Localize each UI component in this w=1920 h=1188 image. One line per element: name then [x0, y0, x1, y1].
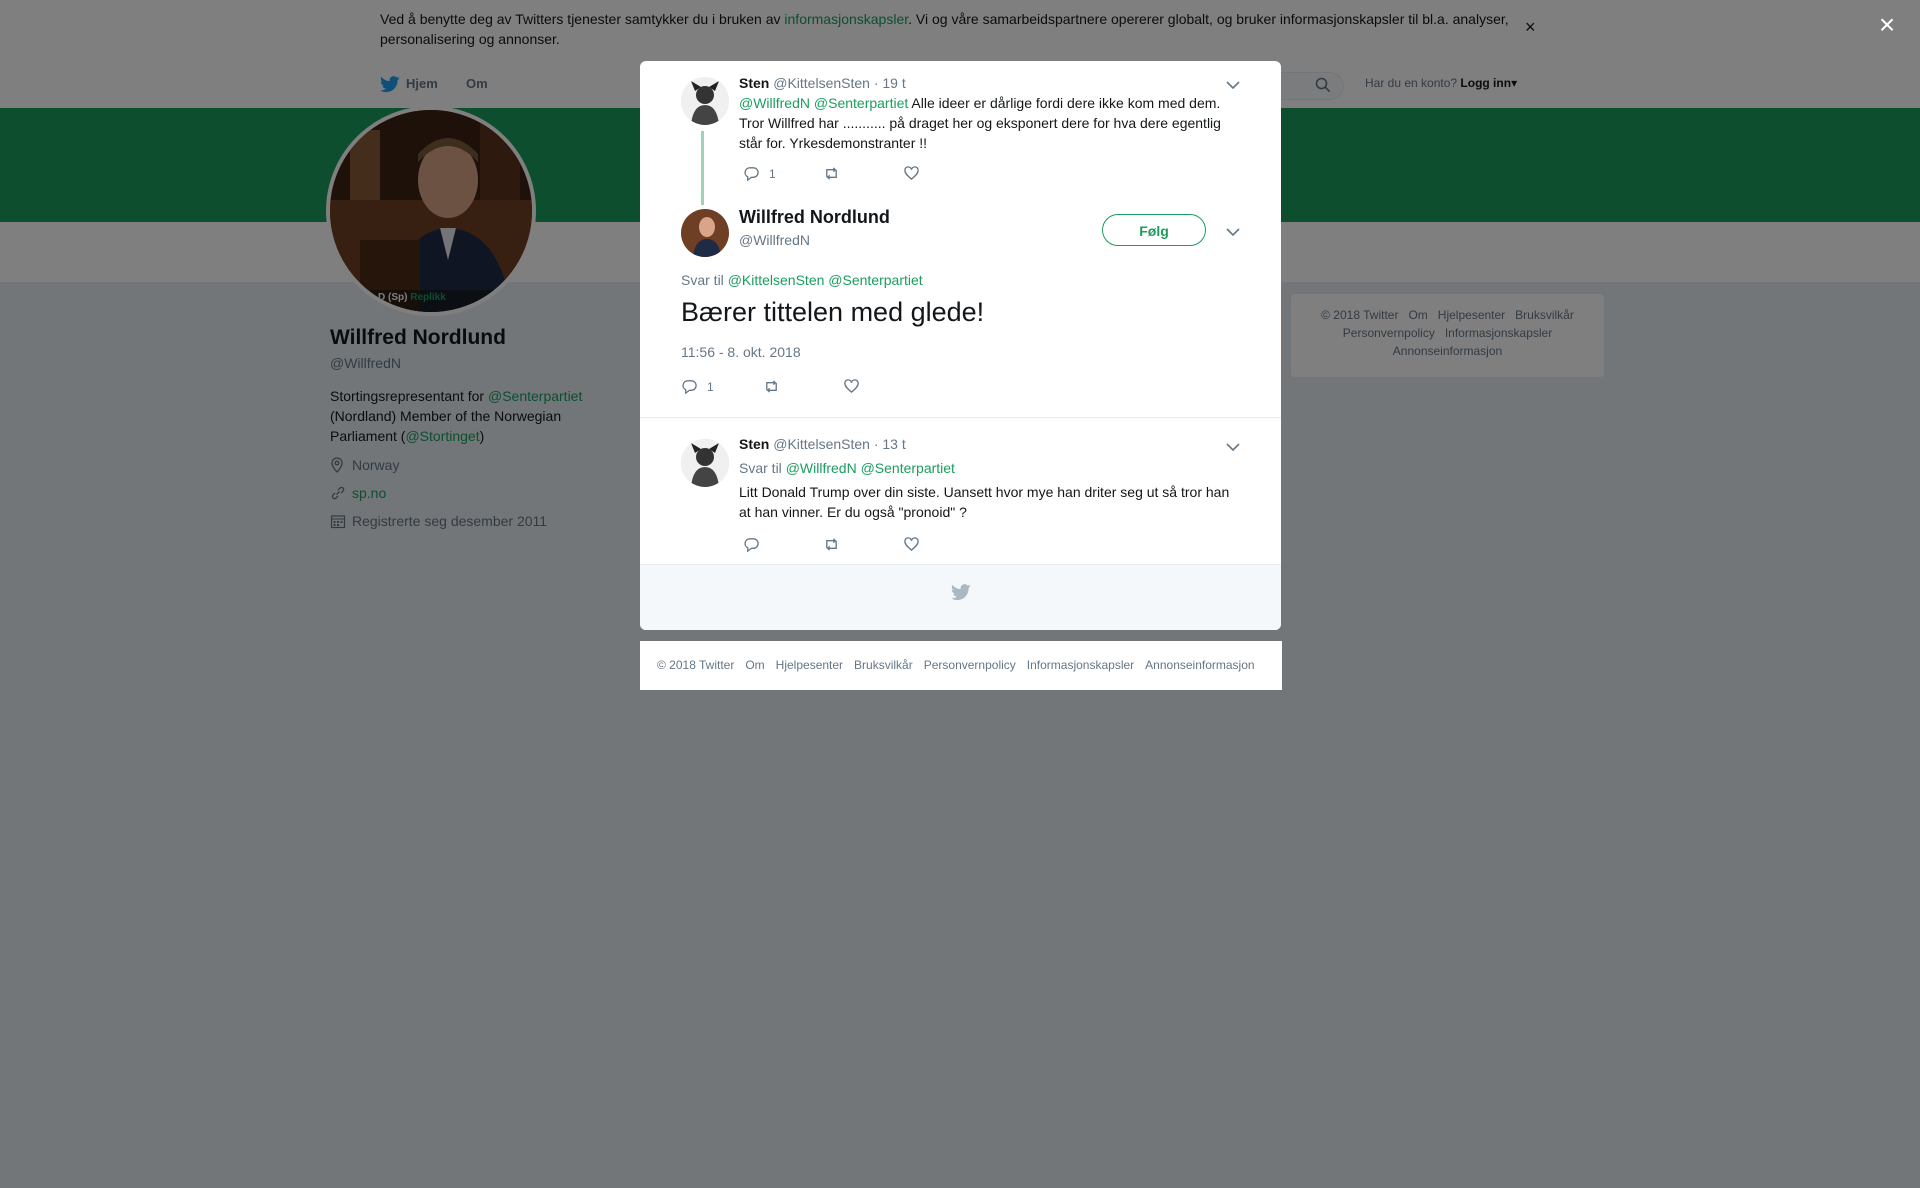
retweet-icon	[826, 167, 837, 180]
tweet-author-handle[interactable]: @KittelsenSten	[773, 436, 870, 452]
like-button[interactable]	[903, 165, 920, 182]
mention-link[interactable]: @Senterpartiet	[814, 95, 908, 111]
divider	[640, 417, 1281, 418]
main-tweet-text: Bærer tittelen med glede!	[681, 297, 985, 327]
reply-button[interactable]	[743, 536, 760, 553]
footer-cookies[interactable]: Informasjonskapsler	[1027, 658, 1134, 672]
avatar[interactable]	[681, 209, 729, 257]
avatar[interactable]	[681, 77, 729, 125]
retweet-icon	[826, 538, 837, 551]
retweet-button[interactable]	[823, 536, 840, 553]
reply-icon	[744, 538, 759, 553]
tweet-time[interactable]: · 19 t	[874, 75, 906, 91]
reply-to-line: Svar til @KittelsenSten @Senterpartiet	[681, 272, 923, 288]
chevron-down-icon[interactable]	[1225, 224, 1241, 240]
retweet-button[interactable]	[823, 165, 840, 182]
modal-footer-links: © 2018 Twitter Om Hjelpesenter Bruksvilkår P…	[640, 641, 1282, 690]
mention-link[interactable]: @KittelsenSten	[728, 272, 825, 288]
reply-icon	[682, 380, 697, 395]
avatar[interactable]	[681, 439, 729, 487]
mention-link[interactable]: @WillfredN	[786, 460, 857, 476]
tweet-body: Alle ideer er dårlige fordi dere ikke ko…	[739, 95, 1221, 151]
reply-button[interactable]: 1	[743, 165, 776, 182]
twitter-bird-icon	[951, 584, 971, 604]
chevron-down-icon[interactable]	[1225, 77, 1241, 93]
mention-link[interactable]: @Senterpartiet	[861, 460, 955, 476]
footer-help[interactable]: Hjelpesenter	[776, 658, 843, 672]
like-button[interactable]	[843, 378, 860, 395]
reply-tweet-actions	[739, 536, 999, 556]
thread-connector-line	[701, 131, 704, 205]
tweet-modal: Sten @KittelsenSten · 19 t @WillfredN @S…	[640, 61, 1281, 630]
tweet-author-handle[interactable]: @KittelsenSten	[773, 75, 870, 91]
footer-terms[interactable]: Bruksvilkår	[854, 658, 913, 672]
footer-ads[interactable]: Annonseinformasjon	[1145, 658, 1254, 672]
main-tweet-actions: 1	[681, 378, 941, 398]
reply-count: 1	[769, 166, 776, 181]
reply-tweet-text: Litt Donald Trump over din siste. Uanset…	[739, 484, 1230, 520]
heart-icon	[844, 379, 859, 394]
reply-count: 1	[707, 379, 714, 394]
footer-privacy[interactable]: Personvernpolicy	[924, 658, 1016, 672]
tweet-author-name[interactable]: Sten	[739, 75, 769, 91]
footer-copyright: © 2018 Twitter	[657, 658, 735, 672]
close-modal-button[interactable]: ×	[1872, 10, 1902, 40]
mention-link[interactable]: @Senterpartiet	[828, 272, 922, 288]
main-tweet-author-name[interactable]: Willfred Nordlund	[739, 207, 890, 228]
reply-button[interactable]: 1	[681, 378, 714, 395]
tweet-author-name[interactable]: Sten	[739, 436, 769, 452]
parent-tweet-text: @WillfredN @Senterpartiet Alle ideer er …	[739, 93, 1239, 153]
footer-about[interactable]: Om	[745, 658, 764, 672]
parent-tweet-actions: 1	[739, 165, 999, 185]
heart-icon	[904, 537, 919, 552]
parent-tweet-header: Sten @KittelsenSten · 19 t	[739, 75, 906, 91]
reply-tweet-header: Sten @KittelsenSten · 13 t	[739, 436, 906, 452]
mention-link[interactable]: @WillfredN	[739, 95, 810, 111]
retweet-icon	[766, 380, 777, 393]
retweet-button[interactable]	[763, 378, 780, 395]
tweet-time[interactable]: · 13 t	[874, 436, 906, 452]
reply-to-label: Svar til	[681, 272, 724, 288]
reply-to-line: Svar til @WillfredN @Senterpartiet	[739, 460, 955, 476]
main-tweet-author-handle[interactable]: @WillfredN	[739, 232, 810, 248]
reply-icon	[744, 167, 759, 182]
follow-button[interactable]: Følg	[1102, 214, 1206, 246]
reply-to-label: Svar til	[739, 460, 782, 476]
chevron-down-icon[interactable]	[1225, 439, 1241, 455]
tweet-timestamp[interactable]: 11:56 - 8. okt. 2018	[681, 344, 801, 360]
heart-icon	[904, 166, 919, 181]
like-button[interactable]	[903, 536, 920, 553]
